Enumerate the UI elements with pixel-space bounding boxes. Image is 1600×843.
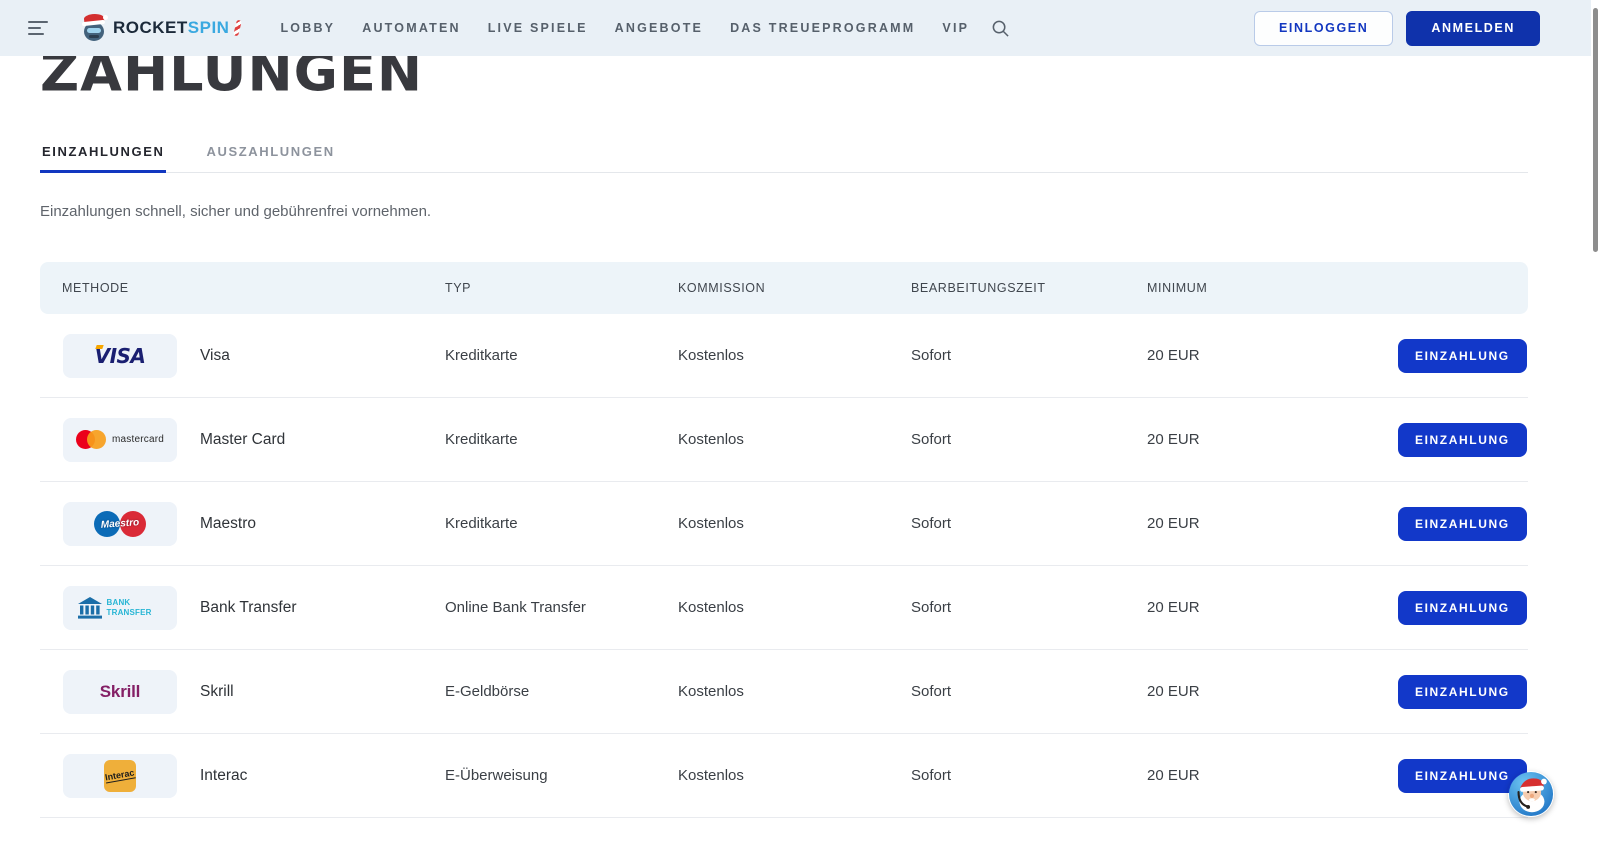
- method-commission: Kostenlos: [678, 431, 911, 448]
- col-header-minimum: MINIMUM: [1147, 281, 1398, 295]
- bank-transfer-logo: BANK TRANSFER: [63, 586, 177, 630]
- page-description: Einzahlungen schnell, sicher und gebühre…: [40, 203, 1528, 220]
- col-header-bearbeitungszeit: BEARBEITUNGSZEIT: [911, 281, 1147, 295]
- deposit-button[interactable]: EINZAHLUNG: [1398, 507, 1527, 541]
- method-type: Kreditkarte: [445, 431, 678, 448]
- table-row: Interac Interac E-Überweisung Kostenlos …: [40, 734, 1528, 818]
- rocketspin-logo[interactable]: ROCKETSPIN: [82, 13, 240, 43]
- method-commission: Kostenlos: [678, 599, 911, 616]
- table-row: Maestro Maestro Kreditkarte Kostenlos So…: [40, 482, 1528, 566]
- main-nav: LOBBY AUTOMATEN LIVE SPIELE ANGEBOTE DAS…: [280, 21, 969, 35]
- scrollbar-thumb[interactable]: [1593, 8, 1598, 252]
- support-chat-button[interactable]: [1508, 771, 1554, 817]
- method-commission: Kostenlos: [678, 683, 911, 700]
- payment-methods-table: METHODE TYP KOMMISSION BEARBEITUNGSZEIT …: [40, 262, 1528, 818]
- method-processing-time: Sofort: [911, 431, 1147, 448]
- tab-auszahlungen[interactable]: AUSZAHLUNGEN: [204, 144, 336, 172]
- deposit-button[interactable]: EINZAHLUNG: [1398, 591, 1527, 625]
- method-type: Online Bank Transfer: [445, 599, 678, 616]
- mastercard-logo: mastercard: [63, 418, 177, 462]
- signup-button[interactable]: ANMELDEN: [1406, 11, 1540, 46]
- menu-icon[interactable]: [28, 21, 50, 35]
- method-processing-time: Sofort: [911, 767, 1147, 784]
- tab-einzahlungen[interactable]: EINZAHLUNGEN: [40, 144, 166, 172]
- nav-item-vip[interactable]: VIP: [942, 21, 969, 35]
- payments-page: ZAHLUNGEN EINZAHLUNGEN AUSZAHLUNGEN Einz…: [40, 42, 1528, 818]
- method-commission: Kostenlos: [678, 515, 911, 532]
- col-header-methode: METHODE: [40, 281, 445, 295]
- table-row: Skrill Skrill E-Geldbörse Kostenlos Sofo…: [40, 650, 1528, 734]
- method-commission: Kostenlos: [678, 767, 911, 784]
- method-processing-time: Sofort: [911, 599, 1147, 616]
- nav-item-automaten[interactable]: AUTOMATEN: [362, 21, 461, 35]
- santa-support-avatar-icon: [1508, 771, 1554, 817]
- interac-logo: Interac: [63, 754, 177, 798]
- nav-item-live-spiele[interactable]: LIVE SPIELE: [488, 21, 588, 35]
- table-header-row: METHODE TYP KOMMISSION BEARBEITUNGSZEIT …: [40, 262, 1528, 314]
- method-type: Kreditkarte: [445, 347, 678, 364]
- method-minimum: 20 EUR: [1147, 599, 1398, 616]
- method-type: E-Geldbörse: [445, 683, 678, 700]
- santa-mascot-icon: [82, 13, 108, 43]
- method-name: Skrill: [200, 683, 234, 701]
- maestro-logo: Maestro: [63, 502, 177, 546]
- deposit-button[interactable]: EINZAHLUNG: [1398, 675, 1527, 709]
- method-minimum: 20 EUR: [1147, 767, 1398, 784]
- method-minimum: 20 EUR: [1147, 683, 1398, 700]
- nav-item-treueprogramm[interactable]: DAS TREUEPROGRAMM: [730, 21, 915, 35]
- deposit-button[interactable]: EINZAHLUNG: [1398, 339, 1527, 373]
- scrollbar-track[interactable]: [1591, 0, 1600, 843]
- deposit-button[interactable]: EINZAHLUNG: [1398, 423, 1527, 457]
- method-minimum: 20 EUR: [1147, 347, 1398, 364]
- nav-item-angebote[interactable]: ANGEBOTE: [615, 21, 703, 35]
- method-minimum: 20 EUR: [1147, 431, 1398, 448]
- col-header-typ: TYP: [445, 281, 678, 295]
- visa-logo: VISA: [63, 334, 177, 378]
- method-processing-time: Sofort: [911, 683, 1147, 700]
- top-navigation-bar: ROCKETSPIN LOBBY AUTOMATEN LIVE SPIELE A…: [0, 0, 1600, 56]
- method-commission: Kostenlos: [678, 347, 911, 364]
- method-minimum: 20 EUR: [1147, 515, 1398, 532]
- col-header-kommission: KOMMISSION: [678, 281, 911, 295]
- skrill-logo: Skrill: [63, 670, 177, 714]
- method-name: Master Card: [200, 431, 285, 449]
- method-type: Kreditkarte: [445, 515, 678, 532]
- logo-text: ROCKETSPIN: [113, 18, 229, 38]
- search-icon[interactable]: [991, 19, 1010, 38]
- nav-item-lobby[interactable]: LOBBY: [280, 21, 335, 35]
- payments-tabs: EINZAHLUNGEN AUSZAHLUNGEN: [40, 144, 1528, 173]
- method-name: Maestro: [200, 515, 256, 533]
- login-button[interactable]: EINLOGGEN: [1254, 11, 1393, 46]
- method-name: Interac: [200, 767, 247, 785]
- table-row: BANK TRANSFER Bank Transfer Online Bank …: [40, 566, 1528, 650]
- bank-building-icon: [78, 597, 102, 619]
- candy-cane-icon: [234, 20, 243, 37]
- method-processing-time: Sofort: [911, 515, 1147, 532]
- auth-buttons: EINLOGGEN ANMELDEN: [1254, 11, 1540, 46]
- method-name: Bank Transfer: [200, 599, 297, 617]
- method-processing-time: Sofort: [911, 347, 1147, 364]
- table-row: VISA Visa Kreditkarte Kostenlos Sofort 2…: [40, 314, 1528, 398]
- method-name: Visa: [200, 347, 230, 365]
- table-row: mastercard Master Card Kreditkarte Koste…: [40, 398, 1528, 482]
- method-type: E-Überweisung: [445, 767, 678, 784]
